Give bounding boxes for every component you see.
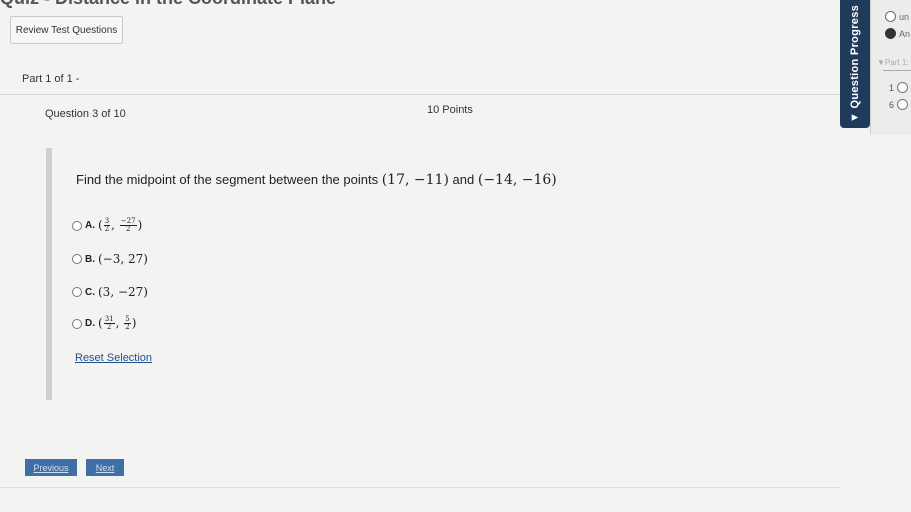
- legend-answered-label: An: [899, 28, 911, 39]
- choice-b-value: (−3, 27): [98, 252, 148, 266]
- radio-c[interactable]: [72, 287, 82, 297]
- question-progress-tab[interactable]: ▼ Question Progress: [840, 0, 870, 128]
- part-label: Part 1 of 1 -: [22, 73, 80, 85]
- progress-part-label[interactable]: ▼Part 1:: [877, 58, 908, 67]
- point-2: (−14, −16): [477, 172, 557, 188]
- choice-a-y-den: 2: [125, 225, 131, 233]
- question-prompt: Find the midpoint of the segment between…: [76, 172, 557, 188]
- choice-d-value: (31 2, 5 2): [98, 315, 137, 331]
- choice-d-letter: D.: [85, 318, 95, 329]
- choice-a-letter: A.: [85, 220, 95, 231]
- divider: [0, 94, 840, 95]
- choice-c-letter: C.: [85, 286, 95, 298]
- radio-d[interactable]: [72, 318, 82, 329]
- page-title: Quiz - Distance in the Coordinate Plane: [0, 0, 840, 8]
- progress-row-6[interactable]: 6: [889, 99, 909, 110]
- radio-a[interactable]: [72, 220, 82, 231]
- choice-b[interactable]: B. (−3, 27): [72, 252, 148, 266]
- question-progress-panel: un An ▼Part 1: 1 6: [870, 0, 911, 135]
- progress-row-6-number: 6: [889, 99, 895, 110]
- choice-b-letter: B.: [85, 253, 95, 265]
- choice-c[interactable]: C. (3, −27): [72, 285, 148, 299]
- question-points: 10 Points: [427, 104, 473, 116]
- point-1: (17, −11): [381, 172, 449, 188]
- radio-b[interactable]: [72, 254, 82, 264]
- progress-circle-icon: [897, 99, 909, 110]
- progress-row-1-number: 1: [889, 82, 895, 93]
- previous-button[interactable]: Previous: [25, 459, 77, 476]
- review-test-questions-button[interactable]: Review Test Questions: [10, 16, 123, 44]
- prompt-text: Find the midpoint of the segment between…: [76, 172, 379, 187]
- legend-answered: An: [885, 28, 910, 39]
- prompt-and: and: [452, 172, 475, 187]
- footer-divider: [0, 487, 840, 488]
- unanswered-circle-icon: [885, 11, 896, 22]
- choice-a-value: (3 2, −27 2): [98, 217, 143, 233]
- question-number: Question 3 of 10: [45, 108, 126, 120]
- choice-a[interactable]: A. (3 2, −27 2): [72, 218, 142, 233]
- legend-unanswered-label: un: [899, 11, 910, 22]
- choice-d-x-den: 2: [106, 323, 112, 331]
- choice-a-x-den: 2: [104, 225, 110, 233]
- answered-circle-icon: [885, 28, 896, 39]
- next-button[interactable]: Next: [86, 459, 124, 476]
- reset-selection-link[interactable]: Reset Selection: [75, 352, 152, 364]
- progress-row-1[interactable]: 1: [889, 82, 909, 93]
- progress-circle-icon: [897, 82, 909, 93]
- legend-unanswered: un: [885, 11, 909, 22]
- choice-d[interactable]: D. (31 2, 5 2): [72, 316, 136, 331]
- choice-c-value: (3, −27): [98, 285, 148, 299]
- progress-divider: [883, 70, 911, 71]
- choice-d-y-den: 2: [125, 323, 130, 331]
- question-progress-label: ▼ Question Progress: [849, 4, 861, 124]
